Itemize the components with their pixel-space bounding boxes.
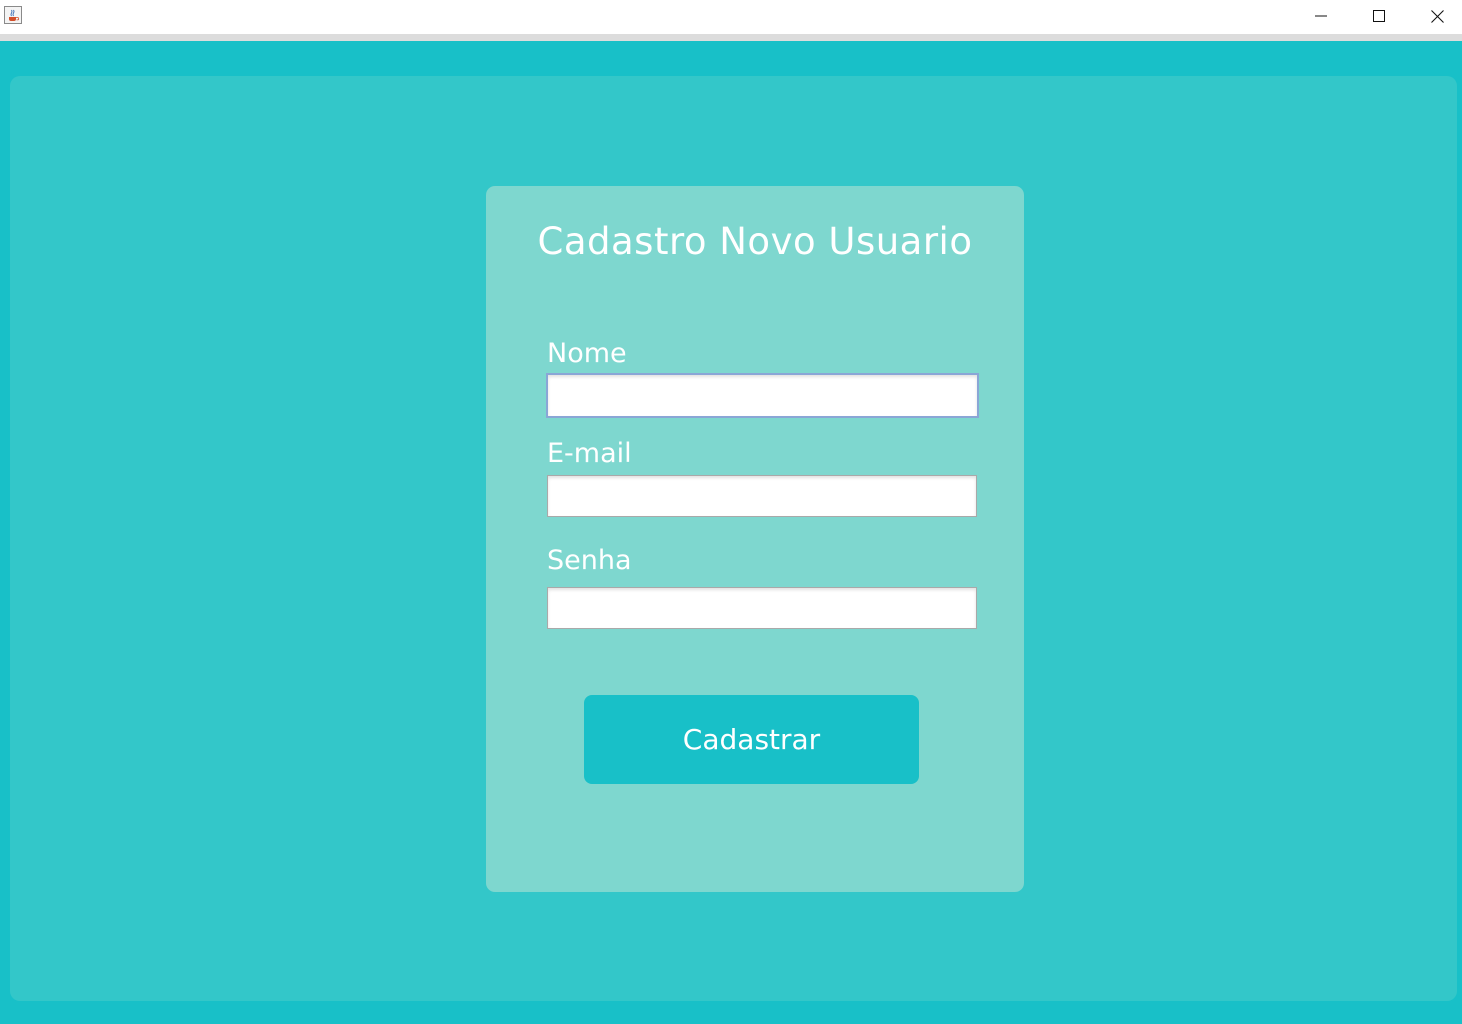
name-input[interactable] <box>546 373 979 418</box>
maximize-button[interactable] <box>1350 0 1408 32</box>
title-bar-divider <box>0 34 1462 41</box>
java-coffee-icon[interactable] <box>4 6 22 24</box>
close-icon <box>1430 9 1444 23</box>
form-title: Cadastro Novo Usuario <box>537 220 973 263</box>
email-label: E-mail <box>547 438 632 469</box>
register-card: Cadastro Novo Usuario Nome E-mail Senha … <box>486 186 1024 892</box>
close-button[interactable] <box>1408 0 1462 32</box>
background-panel: Cadastro Novo Usuario Nome E-mail Senha … <box>10 76 1457 1001</box>
maximize-icon <box>1373 10 1385 22</box>
name-label: Nome <box>547 338 627 369</box>
register-button[interactable]: Cadastrar <box>584 695 919 784</box>
content-area: Cadastro Novo Usuario Nome E-mail Senha … <box>0 41 1462 1024</box>
minimize-icon <box>1315 15 1327 17</box>
email-input[interactable] <box>547 475 977 517</box>
app-window: Cadastro Novo Usuario Nome E-mail Senha … <box>0 0 1462 1024</box>
minimize-button[interactable] <box>1292 0 1350 32</box>
title-bar <box>0 0 1462 34</box>
password-input[interactable] <box>547 587 977 629</box>
password-label: Senha <box>547 545 632 576</box>
